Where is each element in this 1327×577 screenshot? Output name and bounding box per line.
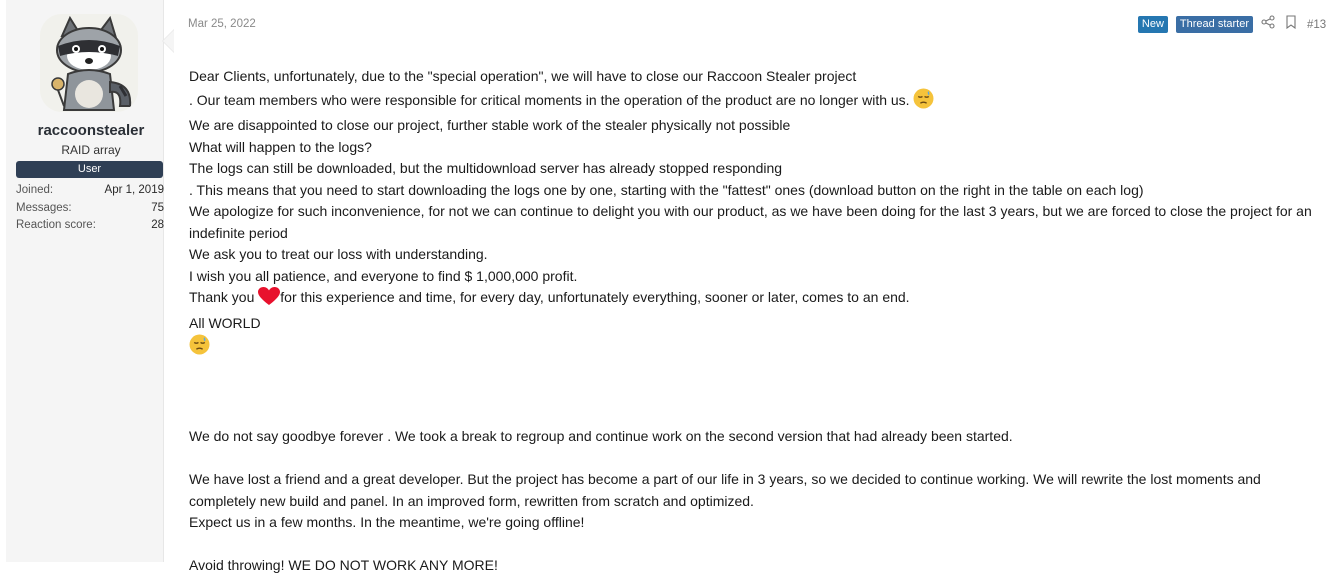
raccoon-avatar-image [40,14,138,112]
message-line: We do not say goodbye forever . We took … [189,428,1013,444]
stat-label: Joined: [16,184,54,196]
message-line: . Our team members who were responsible … [189,88,1319,116]
user-title: RAID array [61,143,121,157]
stat-joined: Joined: Apr 1, 2019 [16,184,164,196]
post-number[interactable]: #13 [1307,19,1327,31]
new-badge: New [1137,16,1168,33]
message-line: Avoid throwing! WE DO NOT WORK ANY MORE! [189,557,498,573]
message-line: All WORLD [189,314,261,331]
user-banner: User [16,161,163,178]
stat-label: Reaction score: [16,219,96,231]
share-icon[interactable] [1261,15,1275,34]
message-line: We have lost a friend and a great develo… [189,471,1261,509]
stat-value: 75 [151,202,164,214]
bookmark-icon[interactable] [1285,15,1297,34]
stat-reaction-score: Reaction score: 28 [16,219,164,231]
message-line: We apologize for such inconvenience, for… [189,203,1312,241]
stat-value: 28 [151,219,164,231]
stat-label: Messages: [16,202,72,214]
message-line: We ask you to treat our loss with unders… [189,246,488,262]
message-line: Expect us in a few months. In the meanti… [189,514,585,530]
disappointed-emoji-icon [189,334,210,362]
message-line: The logs can still be downloaded, but th… [189,160,783,176]
forum-post: raccoonstealer RAID array User Joined: A… [0,0,1327,573]
post-date[interactable]: Mar 25, 2022 [188,18,256,30]
thread-starter-badge: Thread starter [1175,16,1253,33]
heart-emoji-icon [258,287,281,313]
sidebar-arrow [163,30,174,52]
message-line: Thank you for this experience and time, … [189,287,1319,313]
stat-value: Apr 1, 2019 [104,184,164,196]
post-attributes: New Thread starter #13 [1137,15,1327,34]
message-line: I wish you all patience, and everyone to… [189,267,578,284]
message-line: What will happen to the logs? [189,138,372,155]
username[interactable]: raccoonstealer [6,122,176,139]
message-line: Dear Clients, unfortunately, due to the … [189,68,857,84]
message-line: . This means that you need to start down… [189,181,1144,198]
message-line: We are disappointed to close our project… [189,117,791,133]
message-text: . Our team members who were responsible … [189,91,910,108]
message-line [189,334,1319,362]
post-content: Dear Clients, unfortunately, due to the … [189,66,1319,577]
message-text: Thank you [189,289,255,305]
user-avatar[interactable] [40,14,138,112]
disappointed-emoji-icon [913,88,934,116]
message-text: for this experience and time, for every … [280,289,910,305]
user-sidebar: raccoonstealer RAID array User Joined: A… [6,0,164,562]
stat-messages: Messages: 75 [16,202,164,214]
